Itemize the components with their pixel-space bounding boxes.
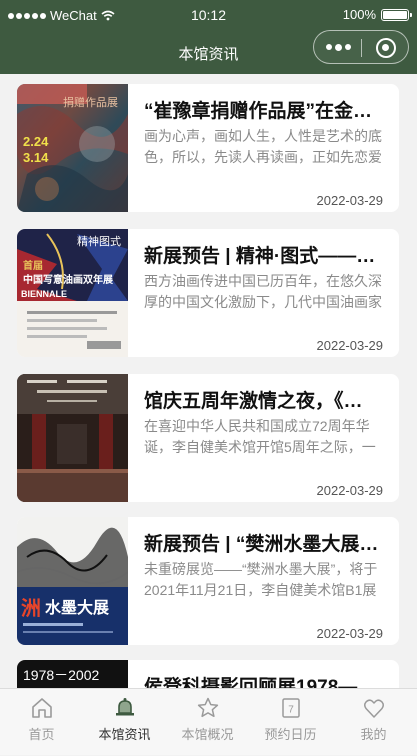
article-card[interactable]: 馆庆五周年激情之夜，《… 在喜迎中华人民共和国成立72周年华诞，李自健美术馆开馆… [17, 374, 399, 502]
tab-label: 首页 [28, 727, 55, 742]
capsule-divider [361, 39, 362, 57]
article-date: 2022-03-29 [316, 338, 384, 353]
article-title: 侯登科摄影回顾展1978—… [144, 677, 377, 688]
tab-label: 我的 [360, 727, 387, 742]
battery-icon [381, 8, 412, 21]
article-date: 2022-03-29 [316, 193, 384, 208]
article-thumbnail [17, 374, 128, 502]
tab-home[interactable]: 首页 [0, 689, 83, 756]
nav-bar: 本馆资讯 [0, 30, 417, 74]
tab-label: 本馆概况 [181, 727, 234, 742]
svg-text:7: 7 [288, 705, 294, 716]
thumb-exhibit-dates: 2.24 [23, 134, 49, 149]
more-menu-button[interactable] [326, 43, 351, 51]
miniprogram-capsule [313, 30, 409, 64]
svg-text:中国写意油画双年展: 中国写意油画双年展 [23, 273, 113, 286]
svg-text:洲: 洲 [21, 596, 41, 620]
article-description: 未重磅展览——“樊洲水墨大展”，将于2021年11月21日，李自健美术馆B1展厅… [144, 561, 378, 598]
article-card[interactable]: 洲 水墨大展 新展预告 | “樊洲水墨大展… 未重磅展览——“樊洲水墨大展”，将… [17, 517, 399, 645]
article-title: 新展预告 | “樊洲水墨大展… [144, 534, 379, 553]
tab-mine[interactable]: 我的 [332, 689, 415, 756]
article-thumbnail: 捐赠作品展 2.24 3.14 [17, 84, 128, 212]
svg-text:3.14: 3.14 [23, 150, 49, 165]
tab-calendar[interactable]: 7 预约日历 [249, 689, 332, 756]
star-icon [197, 697, 219, 718]
svg-text:首届: 首届 [23, 259, 43, 272]
article-thumbnail: 洲 水墨大展 [17, 517, 128, 645]
battery-percent: 100% [342, 7, 376, 22]
thumb-years-text: 1978－2002 [23, 667, 100, 683]
tab-bar: 首页 本馆资讯 本馆概况 7 预约日历 我的 [0, 688, 417, 755]
calendar-icon: 7 [282, 698, 300, 718]
article-title: 馆庆五周年激情之夜，《… [144, 391, 363, 410]
article-description: 画为心声，画如人生，人性是艺术的底色，所以，先读人再读画，正如先恋爱后结婚一样，… [144, 128, 382, 165]
article-date: 2022-03-29 [316, 626, 384, 641]
article-title: 新展预告 | 精神·图式——… [144, 246, 376, 265]
tab-label: 本馆资讯 [98, 727, 151, 742]
article-thumbnail: 精神图式 首届 中国写意油画双年展 BIENNALE [17, 229, 128, 357]
article-title: “崔豫章捐赠作品展”在金… [144, 101, 373, 120]
svg-text:精神图式: 精神图式 [77, 234, 121, 248]
article-card[interactable]: 1978－2002 侯登科摄影回顾展1978—… [17, 660, 399, 688]
thumb-biennale-text: BIENNALE [21, 289, 67, 299]
article-card[interactable]: 精神图式 首届 中国写意油画双年展 BIENNALE 新展预告 | 精神·图式—… [17, 229, 399, 357]
tab-label: 预约日历 [264, 727, 317, 742]
tab-news[interactable]: 本馆资讯 [83, 689, 166, 756]
article-card[interactable]: 捐赠作品展 2.24 3.14 “崔豫章捐赠作品展”在金… 画为心声，画如人生，… [17, 84, 399, 212]
close-miniprogram-button[interactable] [376, 38, 396, 58]
article-thumbnail: 1978－2002 [17, 660, 128, 688]
heart-icon [364, 699, 384, 718]
thumb-exhibit-text: 捐赠作品展 [63, 95, 118, 109]
bell-icon [116, 698, 134, 716]
article-date: 2022-03-29 [316, 483, 384, 498]
home-icon [32, 698, 52, 718]
article-description: 西方油画传进中国已历百年，在悠久深厚的中国文化激励下，几代中国油画家矢志不渝追求… [144, 273, 382, 310]
article-list[interactable]: 捐赠作品展 2.24 3.14 “崔豫章捐赠作品展”在金… 画为心声，画如人生，… [0, 74, 417, 688]
svg-text:水墨大展: 水墨大展 [45, 598, 110, 617]
tab-overview[interactable]: 本馆概况 [166, 689, 249, 756]
status-bar: WeChat 10:12 100% [0, 0, 417, 30]
battery-info: 100% [342, 7, 412, 22]
article-description: 在喜迎中华人民共和国成立72周年华诞，李自健美术馆开馆5周年之际，一场别开生面、… [144, 418, 376, 455]
